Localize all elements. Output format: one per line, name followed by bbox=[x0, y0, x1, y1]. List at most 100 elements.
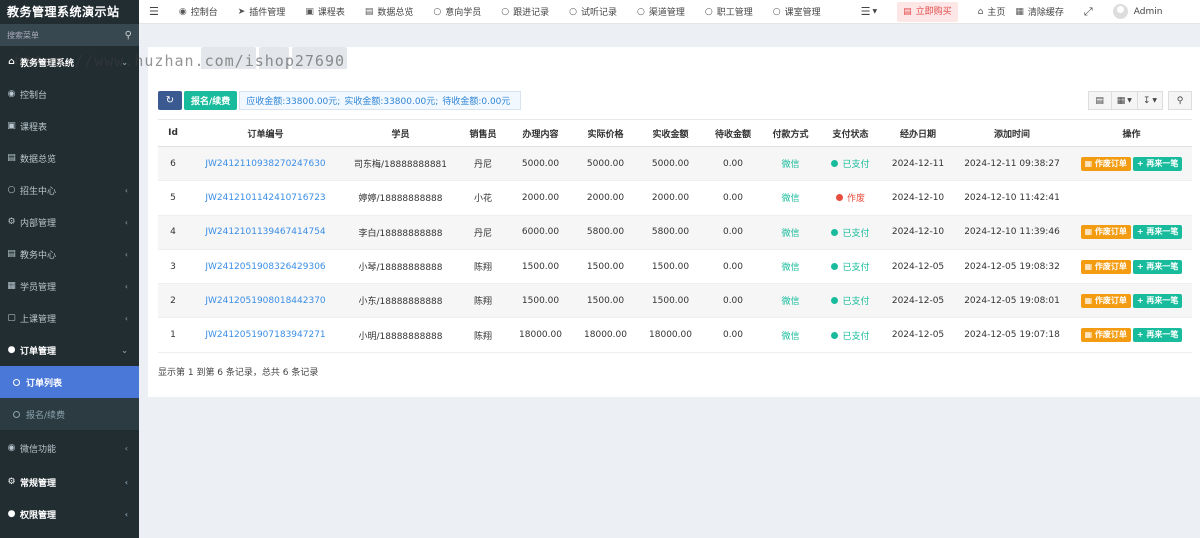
status-dot-icon bbox=[835, 194, 843, 202]
sidebar-item-general[interactable]: ⚙ 常规管理 ‹ bbox=[0, 466, 139, 498]
buy-now-button[interactable]: ▤ 立即购买 bbox=[897, 1, 958, 22]
cell-id: 3 bbox=[158, 249, 188, 285]
cell-status: 作废 bbox=[818, 180, 883, 216]
th-student[interactable]: 学员 bbox=[343, 119, 458, 147]
document-icon: ▤ bbox=[364, 6, 374, 17]
signup-button[interactable]: 报名/续费 bbox=[184, 91, 238, 110]
sidebar-item-classes[interactable]: ▢ 上课管理 ‹ bbox=[0, 302, 139, 334]
th-time[interactable]: 添加时间 bbox=[953, 119, 1071, 147]
nav-home[interactable]: ⌂ 主页 bbox=[968, 0, 1016, 24]
cell-price: 2000.00 bbox=[573, 180, 638, 216]
cancel-order-button[interactable]: ▦ 作废订单 bbox=[1080, 225, 1131, 240]
user-name: Admin bbox=[1133, 6, 1163, 17]
nav-label: 数据总览 bbox=[377, 8, 414, 18]
button-label: 作废订单 bbox=[1094, 227, 1127, 237]
chevron-left-icon: ‹ bbox=[124, 443, 128, 453]
list-icon: ☰ bbox=[860, 5, 871, 18]
user-menu[interactable]: Admin bbox=[1103, 0, 1173, 24]
table-row[interactable]: 1 JW2412051907183947271 小明/18888888888 陈翔 18… bbox=[158, 317, 1192, 353]
repeat-order-button[interactable]: + 再来一笔 bbox=[1132, 156, 1183, 171]
th-content[interactable]: 办理内容 bbox=[508, 119, 573, 147]
order-number-link[interactable]: JW2412101142410716723 bbox=[188, 180, 343, 216]
sidebar-search[interactable]: 搜索菜单 ⚲ bbox=[0, 24, 139, 46]
fullscreen-button[interactable]: ⤢ bbox=[1074, 0, 1103, 24]
table-icon: ▤ bbox=[1095, 95, 1104, 106]
nav-schedule[interactable]: ▣ 课程表 bbox=[295, 0, 355, 24]
table-row[interactable]: 4 JW2412101139467414754 李白/18888888888 丹尼 60… bbox=[158, 215, 1192, 250]
sidebar-item-internal[interactable]: ⚙ 内部管理 ‹ bbox=[0, 206, 139, 238]
th-order[interactable]: 订单编号 bbox=[188, 119, 343, 147]
nav-label: 清除缓存 bbox=[1027, 8, 1064, 18]
repeat-order-button[interactable]: + 再来一笔 bbox=[1132, 259, 1183, 274]
cell-seller: 陈翔 bbox=[458, 317, 508, 353]
sidebar-item-academic[interactable]: ▤ 教务中心 ‹ bbox=[0, 238, 139, 270]
nav-channels[interactable]: ○ 渠道管理 bbox=[627, 0, 695, 24]
th-status[interactable]: 支付状态 bbox=[818, 119, 883, 147]
brand-title[interactable]: 教务管理系统演示站 bbox=[0, 0, 139, 24]
nav-overview[interactable]: ▤ 数据总览 bbox=[355, 0, 424, 24]
chevron-left-icon: ‹ bbox=[124, 509, 128, 519]
clear-cache-button[interactable]: ▦ 清除缓存 bbox=[1015, 0, 1074, 24]
sidebar-item-order-list[interactable]: 订单列表 bbox=[0, 366, 139, 398]
th-price[interactable]: 实际价格 bbox=[573, 119, 638, 147]
table-toolbar: ↻ 报名/续费 应收金额:33800.00元; 实收金额:33800.00元; … bbox=[158, 91, 522, 110]
refresh-button[interactable]: ↻ bbox=[158, 91, 182, 110]
order-number-link[interactable]: JW2412051907183947271 bbox=[188, 317, 343, 353]
nav-dashboard[interactable]: ◉ 控制台 bbox=[169, 0, 228, 24]
button-label: 作废订单 bbox=[1094, 330, 1127, 340]
table-row[interactable]: 6 JW2412110938270247630 司东梅/18888888881 丹尼 5… bbox=[158, 146, 1192, 182]
cell-price: 5000.00 bbox=[573, 146, 638, 182]
sidebar-item-signup[interactable]: 报名/续费 bbox=[0, 398, 139, 430]
sidebar-item-orders[interactable]: ● 订单管理 ⌄ bbox=[0, 334, 139, 366]
order-number-link[interactable]: JW2412051908018442370 bbox=[188, 283, 343, 319]
cancel-order-button[interactable]: ▦ 作废订单 bbox=[1080, 328, 1131, 343]
table-row[interactable]: 2 JW2412051908018442370 小东/18888888888 陈翔 15… bbox=[158, 283, 1192, 319]
sidebar-item-label: 学员管理 bbox=[20, 282, 57, 293]
export-button[interactable]: ↧ ▼ bbox=[1136, 91, 1163, 110]
th-id[interactable]: Id bbox=[158, 119, 188, 147]
sidebar-item-wechat[interactable]: ◉ 微信功能 ‹ bbox=[0, 430, 139, 466]
cancel-order-button[interactable]: ▦ 作废订单 bbox=[1080, 259, 1131, 274]
sidebar-item-students[interactable]: ▦ 学员管理 ‹ bbox=[0, 270, 139, 302]
sidebar-item-schedule[interactable]: ▣ 课程表 bbox=[0, 110, 139, 142]
nav-followups[interactable]: ○ 跟进记录 bbox=[491, 0, 559, 24]
nav-prospects[interactable]: ○ 意向学员 bbox=[423, 0, 491, 24]
nav-classrooms[interactable]: ○ 课室管理 bbox=[763, 0, 831, 24]
cancel-order-button[interactable]: ▦ 作废订单 bbox=[1080, 156, 1131, 171]
search-button[interactable]: ⚲ bbox=[1168, 91, 1192, 110]
lock-icon: ○ bbox=[7, 185, 16, 195]
nav-staff[interactable]: ○ 职工管理 bbox=[695, 0, 763, 24]
nav-trials[interactable]: ○ 试听记录 bbox=[559, 0, 627, 24]
th-due[interactable]: 待收金额 bbox=[703, 119, 763, 147]
order-number-link[interactable]: JW2412101139467414754 bbox=[188, 215, 343, 250]
cell-time: 2024-12-11 09:38:27 bbox=[953, 146, 1071, 182]
th-date[interactable]: 经办日期 bbox=[883, 119, 953, 147]
sidebar-item-enrollment[interactable]: ○ 招生中心 ‹ bbox=[0, 174, 139, 206]
order-number-link[interactable]: JW2412110938270247630 bbox=[188, 146, 343, 182]
sidebar-item-overview[interactable]: ▤ 数据总览 bbox=[0, 142, 139, 174]
columns-button[interactable]: ▦ ▼ bbox=[1110, 91, 1138, 110]
search-icon[interactable]: ⚲ bbox=[125, 30, 132, 41]
repeat-order-button[interactable]: + 再来一笔 bbox=[1132, 293, 1183, 308]
status-label: 已支付 bbox=[842, 228, 870, 239]
sidebar-item-permissions[interactable]: ● 权限管理 ‹ bbox=[0, 498, 139, 530]
cell-method: 微信 bbox=[763, 180, 818, 216]
toggle-view-button[interactable]: ▤ bbox=[1087, 91, 1112, 110]
th-seller[interactable]: 销售员 bbox=[458, 119, 508, 147]
document-icon: ▤ bbox=[7, 153, 16, 163]
table-row[interactable]: 5 JW2412101142410716723 婷婷/18888888888 小花 20… bbox=[158, 180, 1192, 216]
cancel-order-button[interactable]: ▦ 作废订单 bbox=[1080, 293, 1131, 308]
repeat-order-button[interactable]: + 再来一笔 bbox=[1132, 225, 1183, 240]
table-row[interactable]: 3 JW2412051908326429306 小琴/18888888888 陈翔 15… bbox=[158, 249, 1192, 285]
th-method[interactable]: 付款方式 bbox=[763, 119, 818, 147]
menu-toggle-button[interactable]: ☰ bbox=[139, 0, 169, 24]
sidebar-item-label: 报名/续费 bbox=[26, 410, 66, 421]
sidebar-search-input[interactable]: 搜索菜单 bbox=[7, 30, 39, 41]
circle-icon: ○ bbox=[569, 6, 577, 17]
repeat-order-button[interactable]: + 再来一笔 bbox=[1132, 328, 1183, 343]
th-paid[interactable]: 实收金额 bbox=[638, 119, 703, 147]
order-number-link[interactable]: JW2412051908326429306 bbox=[188, 249, 343, 285]
nav-plugins[interactable]: ➤ 插件管理 bbox=[228, 0, 296, 24]
sidebar-item-dashboard[interactable]: ◉ 控制台 bbox=[0, 78, 139, 110]
nav-more-dropdown[interactable]: ☰ ▼ bbox=[851, 0, 888, 24]
